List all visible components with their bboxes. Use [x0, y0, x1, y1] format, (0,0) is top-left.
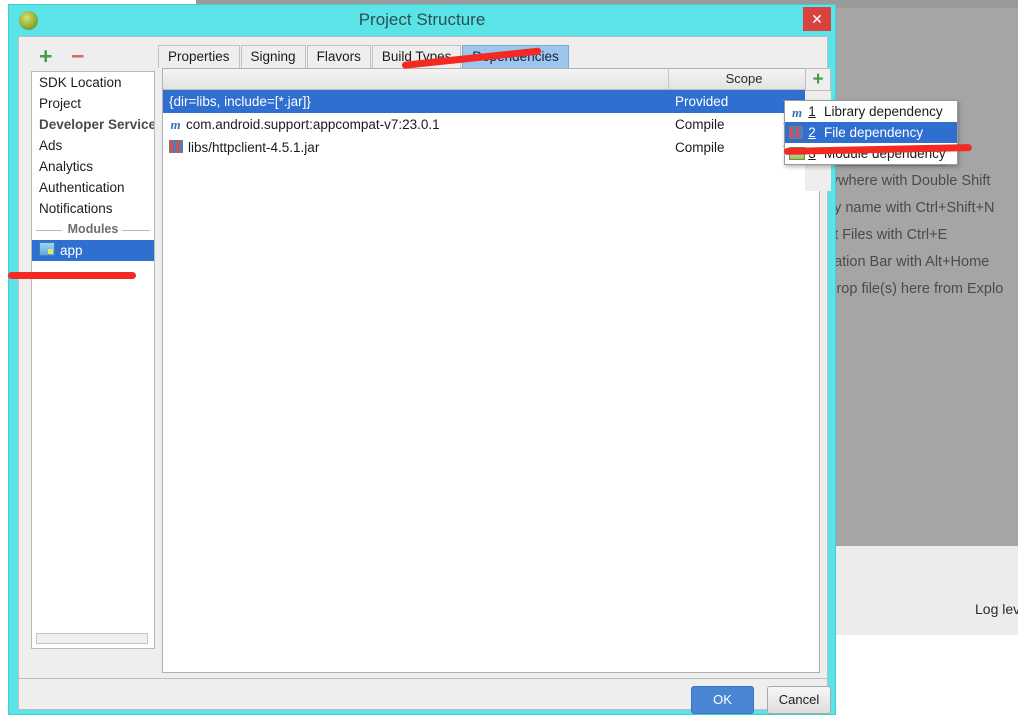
ide-hint: Drop file(s) here from Explo [826, 281, 1004, 297]
project-structure-dialog: Project Structure ✕ + − SDK Location Pro… [8, 4, 836, 715]
table-row[interactable]: libs/httpclient-4.5.1.jar Compile [163, 136, 819, 159]
tab-properties[interactable]: Properties [158, 45, 240, 68]
dependencies-table: Scope {dir=libs, include=[*.jar]} Provid… [162, 68, 820, 673]
ide-hint-list: rywhere with Double Shift by name with C… [826, 168, 1018, 308]
dependency-name: {dir=libs, include=[*.jar]} [169, 94, 311, 109]
jar-icon [789, 123, 805, 144]
annotation-marker-app-module [8, 272, 136, 279]
close-icon[interactable]: ✕ [803, 7, 831, 31]
sidebar-separator-modules: Modules [32, 219, 154, 240]
sidebar-list[interactable]: SDK Location Project Developer Services … [31, 71, 155, 649]
maven-icon: m [791, 105, 803, 120]
column-header-scope[interactable]: Scope [669, 69, 819, 89]
maven-icon: m [170, 117, 181, 132]
dependency-scope[interactable]: Provided [675, 90, 728, 113]
column-header-name [163, 69, 669, 89]
sidebar-item-authentication[interactable]: Authentication [32, 177, 154, 198]
dependency-name-text: libs/httpclient-4.5.1.jar [188, 140, 320, 155]
add-dependency-menu: m1Library dependency 2File dependency 3M… [784, 100, 958, 165]
table-row[interactable]: m com.android.support:appcompat-v7:23.0.1… [163, 113, 819, 136]
sidebar-item-ads[interactable]: Ads [32, 135, 154, 156]
menu-item-label: Library dependency [824, 104, 943, 119]
ide-hint: gation Bar with Alt+Home [826, 254, 990, 270]
sidebar-item-app[interactable]: app [32, 240, 154, 261]
dependency-name-text: com.android.support:appcompat-v7:23.0.1 [186, 117, 440, 132]
dependency-scope[interactable]: Compile [675, 113, 725, 136]
jar-icon [169, 140, 183, 153]
ide-hint: rywhere with Double Shift [826, 173, 991, 189]
dialog-title-bar[interactable]: Project Structure ✕ [9, 5, 835, 36]
sidebar-item-notifications[interactable]: Notifications [32, 198, 154, 219]
ide-hint: by name with Ctrl+Shift+N [826, 200, 995, 216]
sidebar-item-project[interactable]: Project [32, 93, 154, 114]
dependency-scope[interactable]: Compile [675, 136, 725, 159]
menu-item-library-dependency[interactable]: m 1 Library dependency [785, 101, 957, 122]
menu-item-label: File dependency [824, 125, 924, 140]
sidebar-horizontal-scrollbar[interactable] [36, 633, 148, 644]
cancel-button[interactable]: Cancel [767, 686, 831, 714]
menu-item-shortcut: 1 [808, 104, 816, 119]
menu-item-shortcut: 2 [808, 125, 816, 140]
dialog-footer: OK Cancel [18, 679, 831, 714]
table-header: Scope [163, 69, 819, 90]
log-level-label: Log lev [975, 601, 1018, 617]
page-title: Project Structure [358, 10, 486, 29]
dependency-name: libs/httpclient-4.5.1.jar [169, 136, 319, 159]
add-dependency-button[interactable]: + [805, 68, 831, 91]
ide-panel-row [836, 546, 1018, 569]
menu-item-file-dependency[interactable]: 2 File dependency [785, 122, 957, 143]
tab-flavors[interactable]: Flavors [306, 45, 371, 68]
sidebar-item-analytics[interactable]: Analytics [32, 156, 154, 177]
ide-hint: nt Files with Ctrl+E [826, 227, 948, 243]
sidebar-item-label: app [60, 243, 83, 258]
ok-button[interactable]: OK [691, 686, 754, 714]
sidebar-toolbar: + − [31, 45, 153, 71]
remove-module-icon[interactable]: − [71, 45, 84, 68]
ide-panel-row [836, 568, 1018, 601]
ide-bottom-area [836, 635, 1018, 727]
dialog-content: + − SDK Location Project Developer Servi… [18, 36, 831, 679]
module-icon [39, 242, 55, 256]
table-row[interactable]: {dir=libs, include=[*.jar]} Provided [163, 90, 819, 113]
tab-signing[interactable]: Signing [240, 45, 306, 68]
add-module-icon[interactable]: + [39, 45, 52, 68]
separator-line-right [122, 230, 150, 231]
dependency-name: m com.android.support:appcompat-v7:23.0.1 [169, 113, 440, 136]
sidebar-header-developer-services: Developer Services [39, 117, 155, 132]
sidebar-item-sdk-location[interactable]: SDK Location [32, 72, 154, 93]
